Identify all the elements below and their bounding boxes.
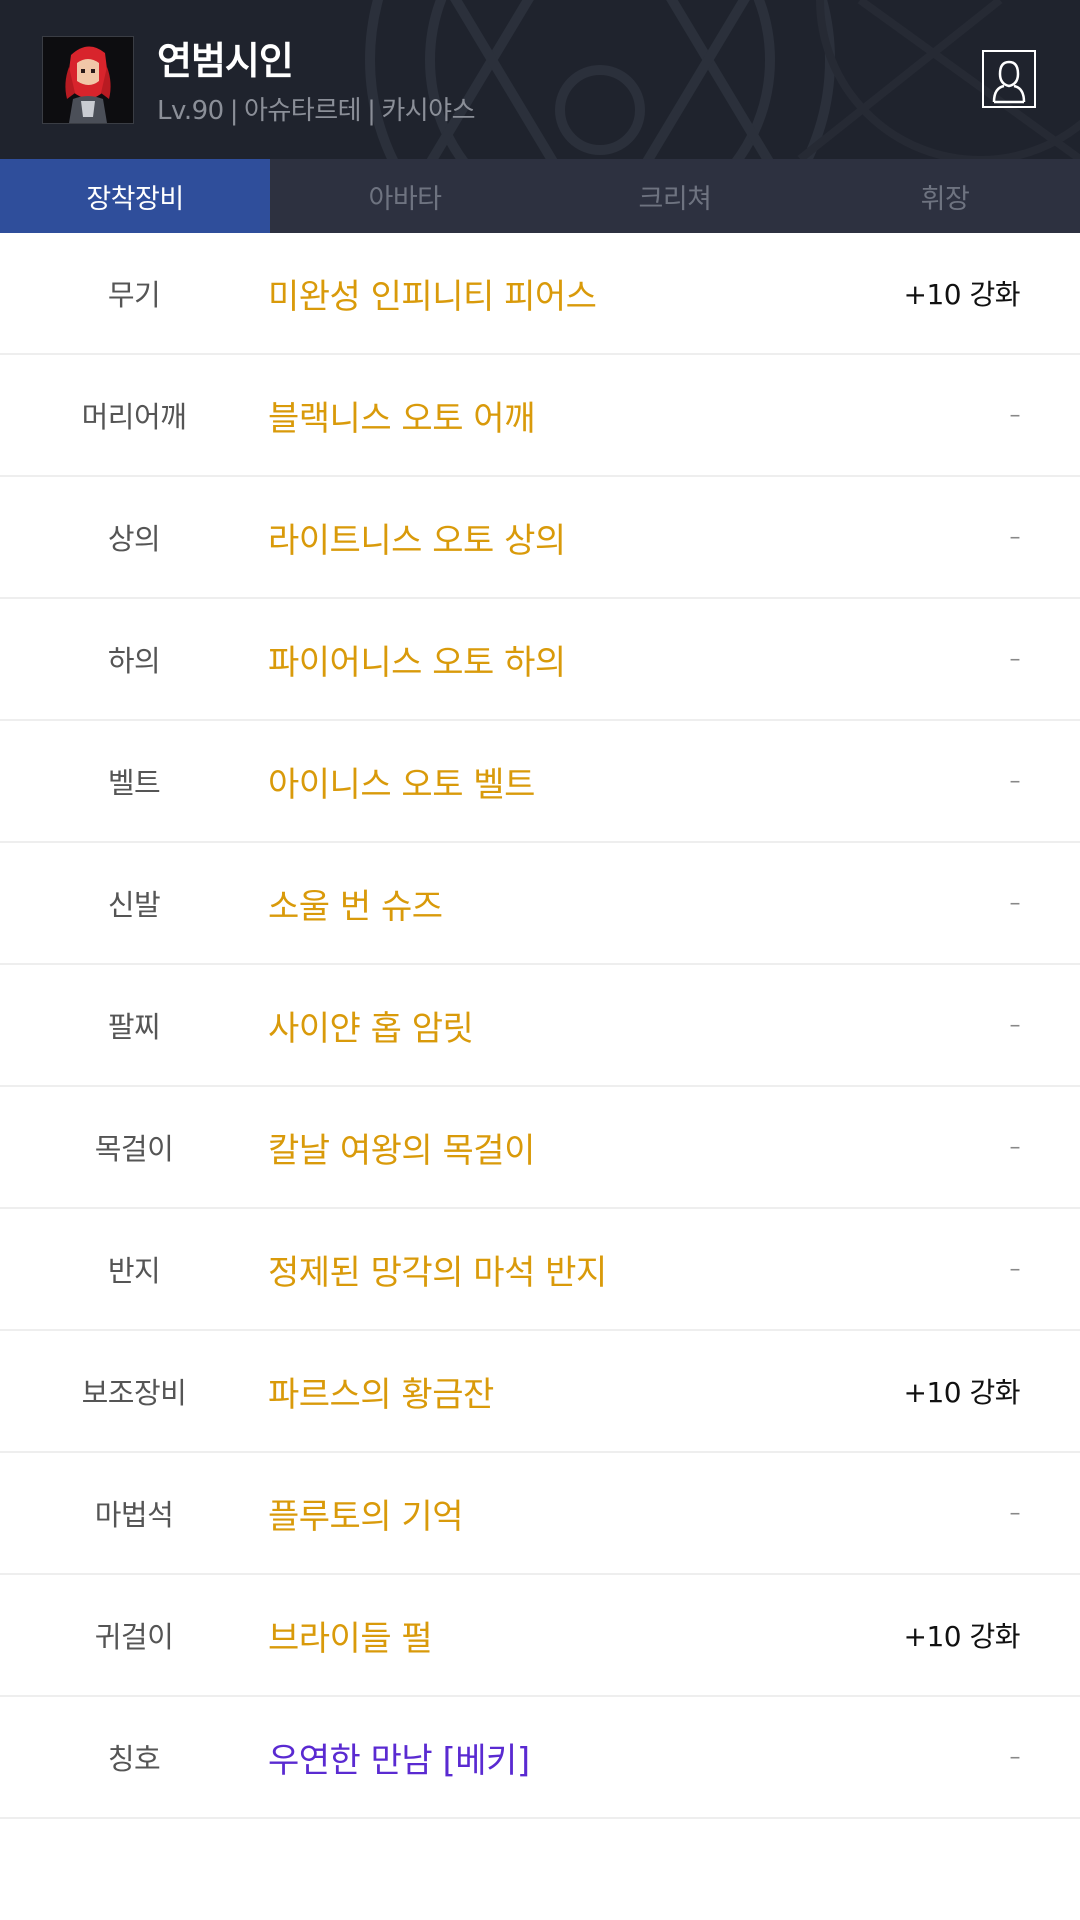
enhance-value: –: [1009, 646, 1021, 672]
slot-label: 목걸이: [94, 1132, 174, 1166]
enhance-value: –: [1009, 890, 1021, 916]
enhance-value: –: [1009, 402, 1021, 428]
item-name[interactable]: 소울 번 슈즈: [268, 879, 1080, 928]
slot-label: 귀걸이: [94, 1620, 174, 1654]
enhance-value: –: [1009, 1134, 1021, 1160]
slot-label: 팔찌: [107, 1010, 161, 1044]
profile-icon: [992, 60, 1026, 104]
enhance-value: –: [1009, 768, 1021, 794]
character-server: 카시야스: [381, 96, 476, 126]
equipment-row[interactable]: 마법석 플루토의 기억 –: [0, 1453, 1080, 1575]
separator: |: [229, 96, 239, 126]
enhance-value: –: [1009, 1744, 1021, 1770]
slot-label: 칭호: [107, 1742, 161, 1776]
character-avatar[interactable]: [42, 36, 134, 124]
item-name[interactable]: 정제된 망각의 마석 반지: [268, 1245, 1080, 1294]
tab-emblem[interactable]: 휘장: [810, 159, 1080, 233]
item-name[interactable]: 칼날 여왕의 목걸이: [268, 1123, 1080, 1172]
enhance-value: –: [1009, 1256, 1021, 1282]
slot-label: 벨트: [107, 766, 161, 800]
separator: |: [367, 96, 376, 126]
character-level: Lv.90: [157, 96, 224, 126]
equipment-row[interactable]: 하의 파이어니스 오토 하의 –: [0, 599, 1080, 721]
character-info: Lv.90 | 아슈타르테 | 카시야스: [157, 90, 476, 127]
enhance-value: +10 강화: [903, 1620, 1020, 1653]
character-name: 연범시인: [157, 39, 294, 83]
item-name[interactable]: 플루토의 기억: [268, 1489, 1080, 1538]
equipment-row[interactable]: 귀걸이 브라이들 펄 +10 강화: [0, 1575, 1080, 1697]
item-name[interactable]: 블랙니스 오토 어깨: [268, 391, 1080, 440]
slot-label: 무기: [107, 278, 161, 312]
slot-label: 상의: [107, 522, 161, 556]
equipment-row[interactable]: 팔찌 사이얀 홉 암릿 –: [0, 965, 1080, 1087]
equipment-row[interactable]: 목걸이 칼날 여왕의 목걸이 –: [0, 1087, 1080, 1209]
tab-creature[interactable]: 크리쳐: [540, 159, 810, 233]
equipment-list: 무기 미완성 인피니티 피어스 +10 강화 머리어깨 블랙니스 오토 어깨 –…: [0, 233, 1080, 1819]
equipment-row[interactable]: 벨트 아이니스 오토 벨트 –: [0, 721, 1080, 843]
item-name[interactable]: 사이얀 홉 암릿: [268, 1001, 1080, 1050]
character-job: 아슈타르테: [243, 96, 362, 126]
equipment-row[interactable]: 머리어깨 블랙니스 오토 어깨 –: [0, 355, 1080, 477]
character-equipment-page: 연범시인 Lv.90 | 아슈타르테 | 카시야스 장착장비 아바타 크리쳐 휘장 무기…: [0, 0, 1080, 1920]
equipment-row[interactable]: 상의 라이트니스 오토 상의 –: [0, 477, 1080, 599]
enhance-value: +10 강화: [903, 1376, 1020, 1409]
character-header: 연범시인 Lv.90 | 아슈타르테 | 카시야스: [0, 0, 1080, 159]
equipment-row[interactable]: 신발 소울 번 슈즈 –: [0, 843, 1080, 965]
equipment-row[interactable]: 반지 정제된 망각의 마석 반지 –: [0, 1209, 1080, 1331]
slot-label: 하의: [107, 644, 161, 678]
item-name[interactable]: 라이트니스 오토 상의: [268, 513, 1080, 562]
slot-label: 보조장비: [81, 1376, 187, 1410]
slot-label: 반지: [107, 1254, 161, 1288]
item-name[interactable]: 파이어니스 오토 하의: [268, 635, 1080, 684]
equipment-row[interactable]: 칭호 우연한 만남 [베키] –: [0, 1697, 1080, 1819]
enhance-value: –: [1009, 1012, 1021, 1038]
enhance-value: –: [1009, 1500, 1021, 1526]
tab-avatar[interactable]: 아바타: [270, 159, 540, 233]
slot-label: 머리어깨: [81, 400, 187, 434]
enhance-value: –: [1009, 524, 1021, 550]
slot-label: 마법석: [94, 1498, 174, 1532]
character-portrait-icon: [43, 37, 133, 123]
item-name[interactable]: 우연한 만남 [베키]: [268, 1733, 1080, 1782]
item-name[interactable]: 아이니스 오토 벨트: [268, 757, 1080, 806]
enhance-value: +10 강화: [903, 278, 1020, 311]
equipment-tabs: 장착장비 아바타 크리쳐 휘장: [0, 159, 1080, 233]
tab-equipped[interactable]: 장착장비: [0, 159, 270, 233]
equipment-row[interactable]: 무기 미완성 인피니티 피어스 +10 강화: [0, 233, 1080, 355]
slot-label: 신발: [107, 888, 161, 922]
profile-button[interactable]: [982, 50, 1036, 108]
equipment-row[interactable]: 보조장비 파르스의 황금잔 +10 강화: [0, 1331, 1080, 1453]
